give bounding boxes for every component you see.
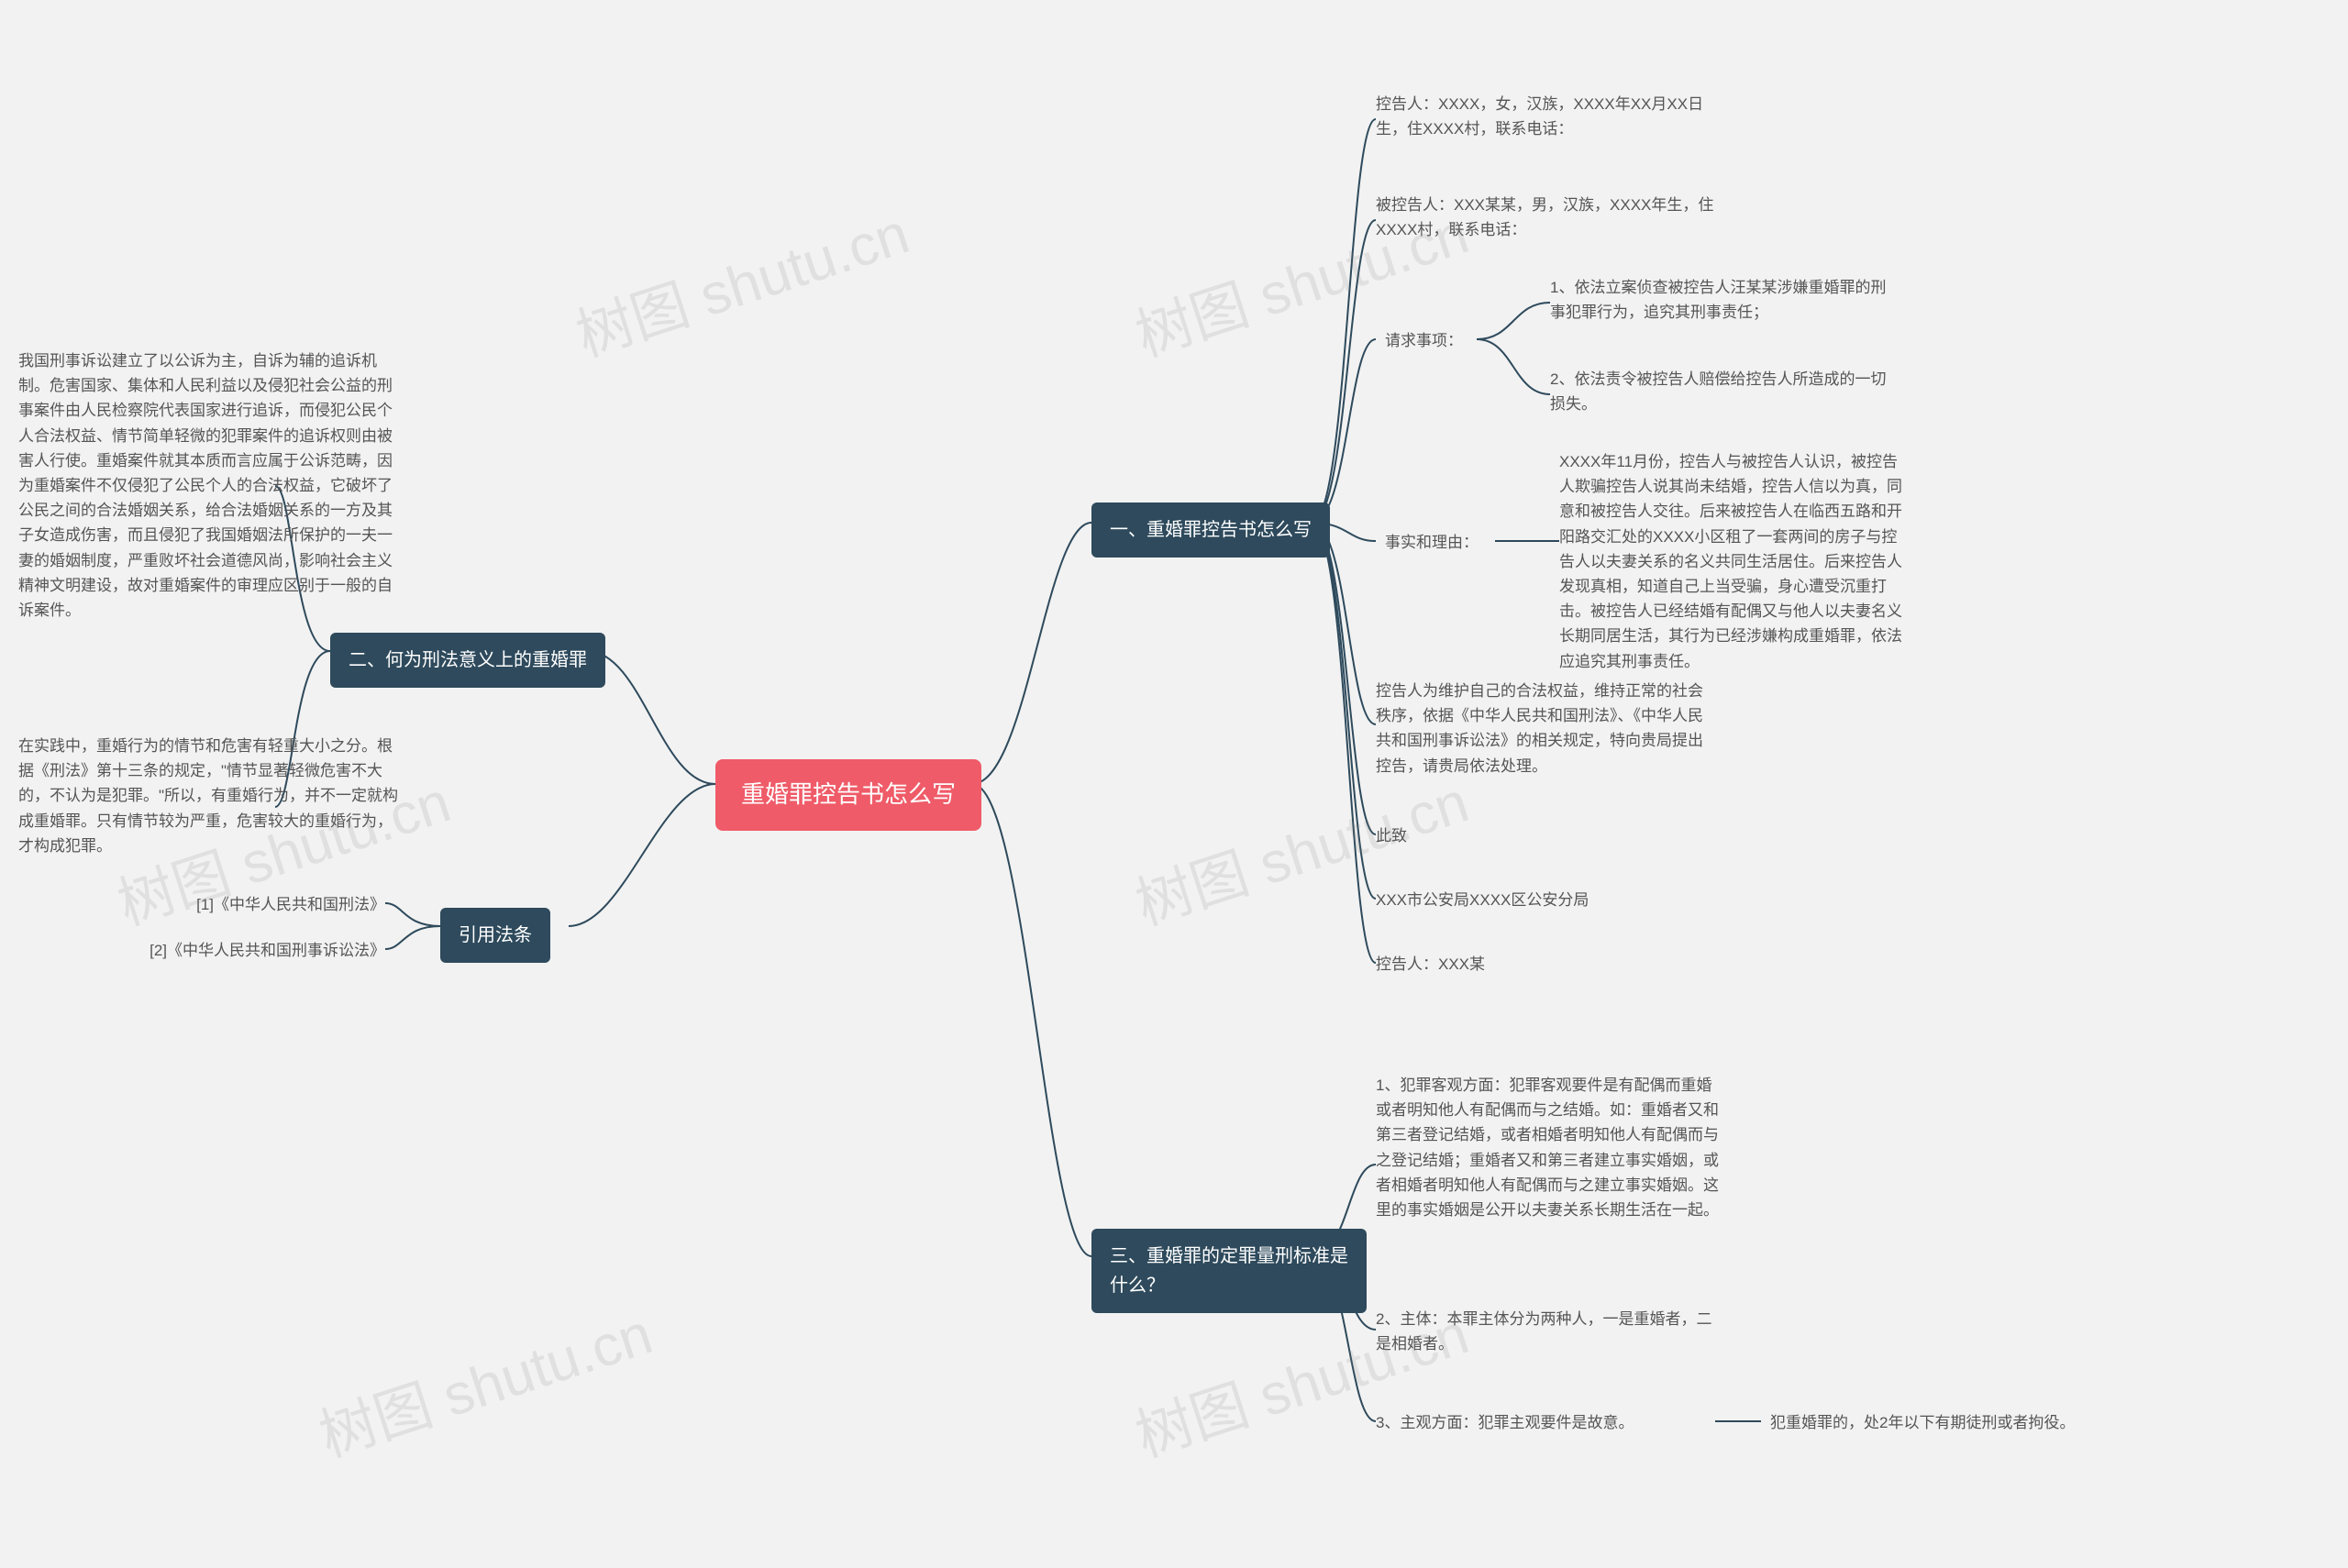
section-3-node[interactable]: 三、重婚罪的定罪量刑标准是什么？ [1091,1229,1367,1313]
section3-tail: 犯重婚罪的，处2年以下有期徒刑或者拘役。 [1770,1410,2119,1435]
section3-item-1: 1、犯罪客观方面：犯罪客观要件是有配偶而重婚或者明知他人有配偶而与之结婚。如：重… [1376,1073,1724,1222]
facts-text: XXXX年11月份，控告人与被控告人认识，被控告人欺骗控告人说其尚未结婚，控告人… [1559,449,1908,674]
root-node[interactable]: 重婚罪控告书怎么写 [715,759,981,831]
watermark: 树图 shutu.cn [1124,756,1477,941]
section-2-para1: 我国刑事诉讼建立了以公诉为主，自诉为辅的追诉机制。危害国家、集体和人民利益以及侵… [18,348,404,623]
section-1-node[interactable]: 一、重婚罪控告书怎么写 [1091,502,1330,558]
references-node[interactable]: 引用法条 [440,908,550,963]
request-label: 请求事项： [1385,328,1463,353]
cici-text: 此致 [1376,823,1407,848]
watermark: 树图 shutu.cn [564,187,917,372]
defendant-text: 被控告人：XXX某某，男，汉族，XXXX年生，住XXXX村，联系电话： [1376,193,1715,242]
section3-item-2: 2、主体：本罪主体分为两种人，一是重婚者，二是相婚者。 [1376,1307,1724,1356]
request-item-1: 1、依法立案侦查被控告人汪某某涉嫌重婚罪的刑事犯罪行为，追究其刑事责任； [1550,275,1889,325]
watermark: 树图 shutu.cn [307,1287,660,1473]
bureau-text: XXX市公安局XXXX区公安分局 [1376,888,1589,912]
facts-label: 事实和理由： [1385,530,1479,555]
signer-text: 控告人：XXX某 [1376,952,1485,977]
reference-item-2: [2]《中华人民共和国刑事诉讼法》 [119,938,385,963]
request-item-2: 2、依法责令被控告人赔偿给控告人所造成的一切损失。 [1550,367,1889,416]
plaintiff-text: 控告人：XXXX，女，汉族，XXXX年XX月XX日生，住XXXX村，联系电话： [1376,92,1715,141]
reference-item-1: [1]《中华人民共和国刑法》 [147,892,385,917]
section3-item-3: 3、主观方面：犯罪主观要件是故意。 [1376,1410,1706,1435]
closing-text: 控告人为维护自己的合法权益，维持正常的社会秩序，依据《中华人民共和国刑法》、《中… [1376,679,1715,778]
section-2-node[interactable]: 二、何为刑法意义上的重婚罪 [330,633,605,688]
section-2-para2: 在实践中，重婚行为的情节和危害有轻重大小之分。根据《刑法》第十三条的规定，"情节… [18,734,404,858]
